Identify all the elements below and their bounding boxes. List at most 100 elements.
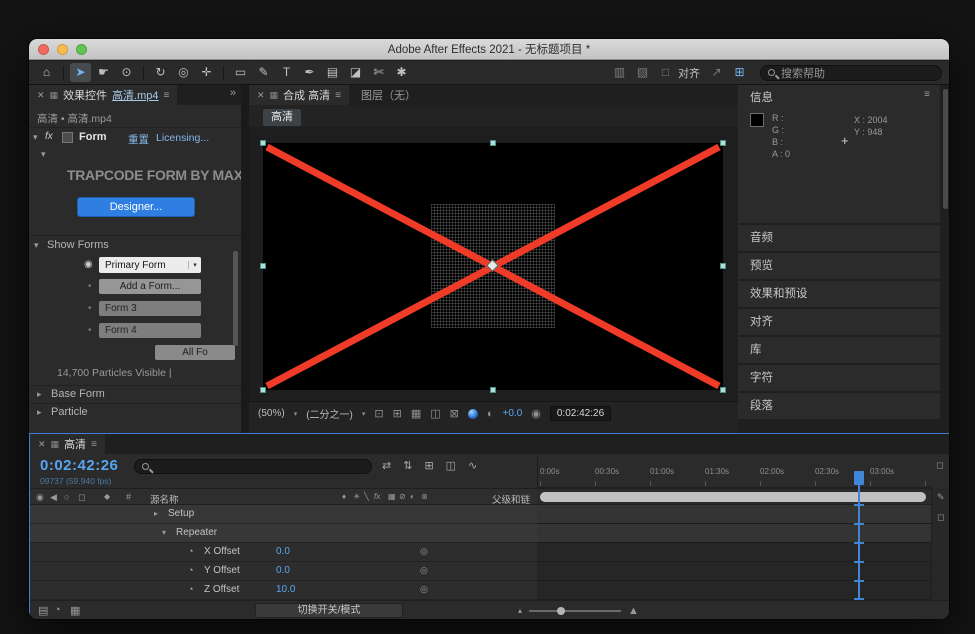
comp-canvas[interactable]: [263, 143, 723, 390]
selection-handle[interactable]: [260, 387, 266, 393]
graph-editor-icon[interactable]: ∿: [468, 459, 477, 472]
minimize-window-button[interactable]: [57, 44, 68, 55]
quality-switch-icon[interactable]: ╲: [364, 492, 369, 501]
source-name-column[interactable]: 源名称: [150, 492, 179, 506]
timeline-zoom-slider[interactable]: ▴ ▲: [518, 603, 639, 618]
roto-brush-tool-icon[interactable]: ✄: [368, 63, 389, 82]
selection-handle[interactable]: [720, 263, 726, 269]
close-icon[interactable]: ✕: [37, 90, 45, 101]
row-x-offset[interactable]: ◔ X Offset 0.0 ◎: [30, 543, 537, 562]
exposure-value[interactable]: +0.0: [503, 408, 523, 419]
snap-checkbox[interactable]: □: [655, 63, 676, 82]
grid-options-icon[interactable]: ⊞: [729, 63, 750, 82]
zoom-window-button[interactable]: [76, 44, 87, 55]
fx-switch-icon[interactable]: fx: [374, 492, 380, 501]
chevron-right-icon[interactable]: ▸: [37, 389, 42, 400]
shy-layers-icon[interactable]: ⊞: [424, 459, 433, 472]
brush-tool-icon[interactable]: ✒: [299, 63, 320, 82]
orbit-tool-icon[interactable]: ↻: [150, 63, 171, 82]
selection-handle[interactable]: [490, 387, 496, 393]
close-window-button[interactable]: [38, 44, 49, 55]
scrollbar-thumb[interactable]: [233, 251, 238, 346]
workspace-a-icon[interactable]: ▥: [609, 63, 630, 82]
zoom-out-icon[interactable]: ▴: [518, 606, 522, 615]
motion-blur-switch-icon[interactable]: ⊘: [399, 492, 406, 501]
pan-behind-tool-icon[interactable]: ✛: [196, 63, 217, 82]
tab-timeline[interactable]: ✕ ▦ 高清 ≡: [30, 434, 105, 454]
selection-handle[interactable]: [720, 140, 726, 146]
track-area[interactable]: [537, 505, 931, 600]
zoom-tool-icon[interactable]: ⊙: [116, 63, 137, 82]
snapshot-camera-icon[interactable]: ◉: [531, 407, 541, 420]
all-forms-button[interactable]: All Fo: [155, 345, 235, 360]
video-column-icon[interactable]: ◉: [36, 492, 44, 503]
reset-link[interactable]: 重置: [128, 132, 149, 147]
selection-handle[interactable]: [260, 263, 266, 269]
selection-handle[interactable]: [260, 140, 266, 146]
zoom-slider-track[interactable]: [529, 610, 621, 612]
frame-blend-switch-icon[interactable]: ▦: [388, 492, 396, 501]
row-setup[interactable]: ▸ Setup: [30, 505, 537, 524]
designer-button[interactable]: Designer...: [77, 197, 195, 217]
color-management-icon[interactable]: [468, 409, 478, 419]
tab-file-name[interactable]: 高清.mp4: [112, 87, 158, 103]
zoom-in-icon[interactable]: ▲: [628, 605, 639, 617]
pen-tool-icon[interactable]: ✎: [253, 63, 274, 82]
align-panel-header[interactable]: 对齐: [738, 309, 940, 335]
collapse-switch-icon[interactable]: ☀: [353, 492, 360, 501]
effect-name[interactable]: Form: [79, 131, 107, 143]
mask-visibility-icon[interactable]: ▦: [411, 407, 421, 420]
audio-column-icon[interactable]: ◀: [50, 492, 57, 503]
effect-header-row[interactable]: ▾ fx Form 重置 Licensing...: [29, 127, 241, 147]
current-timecode[interactable]: 0:02:42:26: [40, 457, 118, 474]
viewer-timecode[interactable]: 0:02:42:26: [550, 406, 611, 421]
licensing-link[interactable]: Licensing...: [156, 132, 209, 144]
panel-divider[interactable]: [241, 85, 249, 433]
tab-composition[interactable]: ✕ ▦ 合成 高清 ≡: [249, 85, 349, 105]
chevron-down-icon[interactable]: ▾: [294, 410, 298, 418]
adjustment-switch-icon[interactable]: ◐: [410, 492, 415, 501]
close-icon[interactable]: ✕: [257, 90, 265, 101]
close-icon[interactable]: ✕: [38, 439, 46, 450]
clone-stamp-tool-icon[interactable]: ▤: [322, 63, 343, 82]
chevron-down-icon[interactable]: ▾: [362, 410, 366, 418]
preview-panel-header[interactable]: 预览: [738, 253, 940, 279]
eraser-tool-icon[interactable]: ◪: [345, 63, 366, 82]
layer-number-column[interactable]: #: [126, 492, 131, 502]
render-icon[interactable]: ▦: [70, 604, 80, 617]
eye-icon[interactable]: ◉: [84, 259, 93, 270]
stopwatch-icon[interactable]: ◔: [188, 565, 193, 575]
lock-column-icon[interactable]: ◻: [78, 492, 85, 503]
row-repeater[interactable]: ▾ Repeater: [30, 524, 537, 543]
particle-group[interactable]: ▸ Particle: [29, 403, 241, 421]
group-label[interactable]: Repeater: [176, 527, 217, 538]
chevron-right-icon[interactable]: ▸: [37, 407, 42, 418]
libraries-panel-header[interactable]: 库: [738, 337, 940, 363]
puppet-pin-tool-icon[interactable]: ✱: [391, 63, 412, 82]
selection-tool-icon[interactable]: ➤: [70, 63, 91, 82]
zoom-slider-thumb[interactable]: [557, 607, 565, 615]
3d-switch-icon[interactable]: ⊛: [421, 492, 428, 501]
tab-layer[interactable]: 图层（无）: [349, 85, 428, 105]
property-value[interactable]: 0.0: [276, 565, 290, 576]
property-label[interactable]: Z Offset: [204, 584, 239, 595]
scrollbar-thumb[interactable]: [943, 89, 948, 209]
pickwhip-icon[interactable]: ◎: [420, 546, 428, 557]
marker-pen-icon[interactable]: ✎: [937, 492, 945, 503]
stopwatch-icon[interactable]: ◔: [188, 584, 193, 594]
chevron-down-icon[interactable]: ▾: [34, 240, 39, 251]
label-column-icon[interactable]: ◆: [104, 492, 110, 501]
panel-menu-icon[interactable]: ≡: [164, 90, 170, 101]
stopwatch-icon[interactable]: ◔: [188, 546, 193, 556]
audio-panel-header[interactable]: 音频: [738, 225, 940, 251]
panel-menu-icon[interactable]: ≡: [91, 439, 97, 450]
property-label[interactable]: X Offset: [204, 546, 240, 557]
row-z-offset[interactable]: ◔ Z Offset 10.0 ◎: [30, 581, 537, 600]
transparency-grid-icon[interactable]: ⊠: [450, 407, 459, 420]
group-label[interactable]: Setup: [168, 508, 194, 519]
shy-switch-icon[interactable]: ♦: [342, 492, 346, 501]
selection-handle[interactable]: [490, 140, 496, 146]
chevron-down-icon[interactable]: ▾: [162, 528, 166, 537]
base-form-group[interactable]: ▸ Base Form: [29, 385, 241, 403]
viewer-comp-tab[interactable]: 高清: [263, 109, 301, 126]
